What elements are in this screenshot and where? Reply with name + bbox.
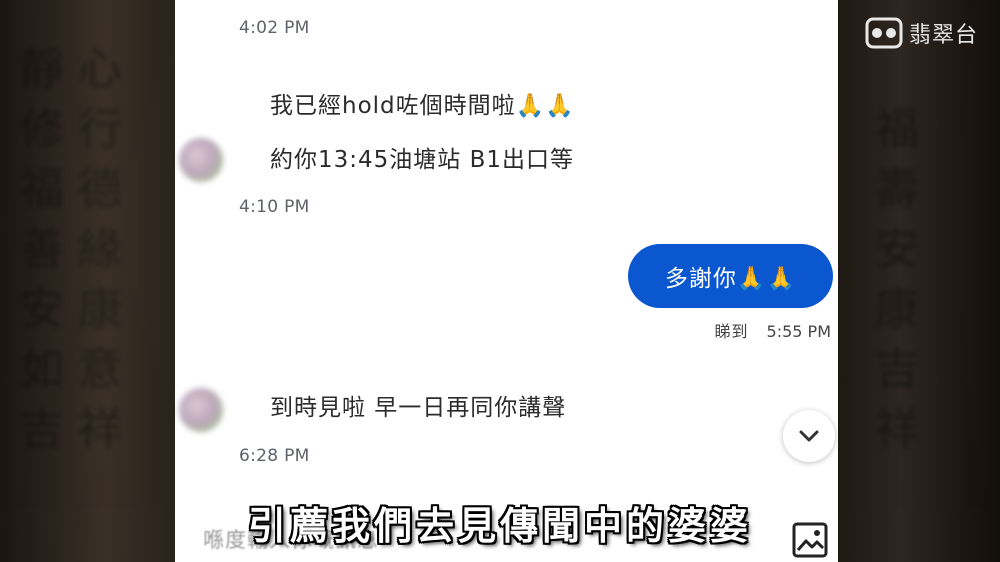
timestamp: 4:10 PM xyxy=(239,197,310,217)
tvb-icon xyxy=(865,17,903,49)
incoming-message: 約你13:45油塘站 B1出口等 xyxy=(270,147,575,173)
chat-screen: 4:02 PM 我已經hold咗個時間啦🙏🙏 約你13:45油塘站 B1出口等 … xyxy=(175,0,838,562)
incoming-message: 到時見啦 早一日再同你講聲 xyxy=(270,395,567,421)
outgoing-message-bubble[interactable]: 多謝你🙏🙏 xyxy=(628,244,833,308)
scroll-to-bottom-button[interactable] xyxy=(783,410,835,462)
channel-name: 翡翠台 xyxy=(908,23,978,48)
avatar[interactable] xyxy=(179,138,223,182)
video-frame: 靜 心修 行福 德善 緣安 康如 意吉 祥 福壽安康吉祥 4:02 PM 我已經… xyxy=(0,0,1000,562)
chevron-down-icon xyxy=(799,430,819,442)
channel-logo: 翡翠台 xyxy=(865,14,978,52)
outgoing-message-text: 多謝你🙏🙏 xyxy=(664,266,797,292)
timestamp: 4:02 PM xyxy=(239,18,310,38)
subtitle: 引薦我們去見傳聞中的婆婆 xyxy=(247,504,752,548)
background-left-panel: 靜 心修 行福 德善 緣安 康如 意吉 祥 xyxy=(0,0,175,562)
background-right-panel: 福壽安康吉祥 xyxy=(835,0,1000,562)
avatar[interactable] xyxy=(179,388,223,432)
timestamp: 6:28 PM xyxy=(239,446,310,466)
read-status: 睇到 xyxy=(714,322,749,341)
sent-time: 5:55 PM xyxy=(766,322,831,341)
incoming-message: 我已經hold咗個時間啦🙏🙏 xyxy=(270,93,575,119)
read-receipt: 睇到 5:55 PM xyxy=(715,318,831,342)
